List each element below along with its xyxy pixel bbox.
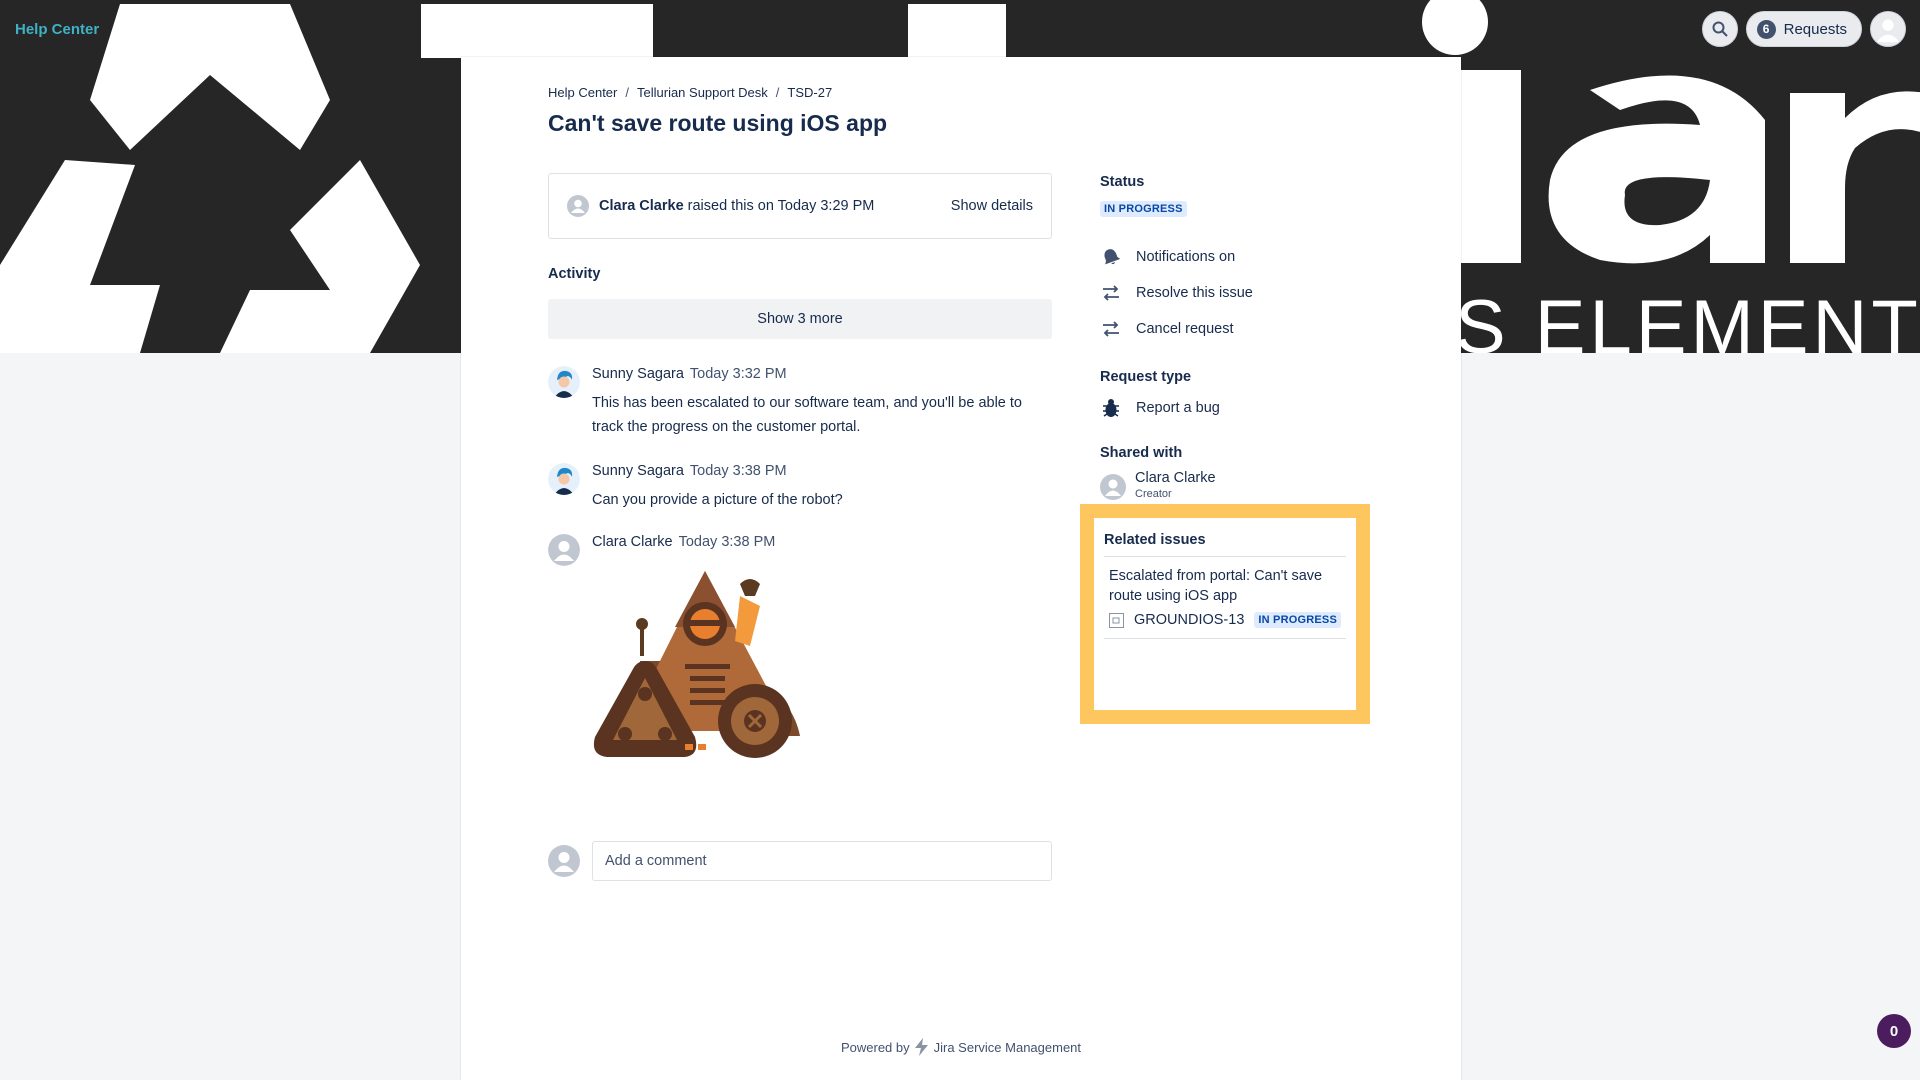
footer: Powered by Jira Service Management	[461, 1038, 1461, 1056]
add-comment-row	[548, 841, 1052, 881]
comment-header: Clara Clarke Today 3:38 PM	[592, 534, 775, 550]
divider	[1104, 556, 1346, 557]
comment-author: Clara Clarke	[592, 534, 673, 550]
breadcrumb-separator: /	[775, 85, 780, 100]
help-center-link[interactable]: Help Center	[15, 21, 99, 38]
status-lozenge: IN PROGRESS	[1100, 201, 1187, 217]
related-issues-panel: Related issues Escalated from portal: Ca…	[1094, 518, 1356, 710]
related-issues-heading: Related issues	[1104, 532, 1206, 548]
status-heading: Status	[1100, 174, 1145, 190]
profile-avatar-button[interactable]	[1870, 11, 1906, 47]
customer-avatar	[548, 534, 580, 566]
top-actions: 6 Requests	[1701, 11, 1906, 47]
comment-body: Can you provide a picture of the robot?	[592, 492, 843, 508]
notifications-toggle[interactable]: Notifications on	[1100, 246, 1235, 268]
show-details-button[interactable]: Show details	[951, 198, 1033, 214]
comment-item: Sunny Sagara Today 3:38 PM Can you provid…	[548, 463, 1052, 513]
notifications-label: Notifications on	[1136, 249, 1236, 265]
agent-avatar	[548, 366, 580, 398]
raised-summary: Clara Clarke raised this on Today 3:29 P…	[548, 173, 1052, 239]
related-issue-key: GROUNDIOS-13	[1134, 612, 1245, 628]
user-avatar-icon	[1876, 19, 1900, 43]
notification-badge[interactable]: 0	[1877, 1014, 1911, 1048]
comment-author: Sunny Sagara	[592, 463, 684, 479]
shared-user: Clara Clarke Creator	[1100, 470, 1216, 500]
status-lozenge-wrap: IN PROGRESS	[1100, 199, 1187, 217]
breadcrumb-help-center[interactable]: Help Center	[548, 85, 617, 100]
comment-time: Today 3:38 PM	[678, 534, 776, 550]
comment-time: Today 3:32 PM	[689, 366, 787, 382]
svg-text:S ELEMENTS: S ELEMENTS	[1455, 285, 1920, 353]
comment-item: Sunny Sagara Today 3:32 PM This has been …	[548, 366, 1052, 435]
requests-button[interactable]: 6 Requests	[1745, 11, 1862, 47]
page-title: Can't save route using iOS app	[548, 110, 888, 136]
divider	[1104, 638, 1346, 639]
breadcrumb-issue-key[interactable]: TSD-27	[787, 85, 832, 100]
requests-label: Requests	[1783, 20, 1847, 38]
current-user-avatar	[548, 845, 580, 877]
requests-count-badge: 6	[1756, 19, 1776, 39]
shared-user-name: Clara Clarke	[1135, 470, 1216, 486]
breadcrumb-separator: /	[625, 85, 629, 100]
agent-avatar	[548, 463, 580, 495]
robot-attachment-image[interactable]	[590, 566, 816, 766]
user-avatar-icon	[567, 195, 589, 217]
request-type-heading: Request type	[1100, 369, 1192, 385]
cancel-request-label: Cancel request	[1136, 321, 1234, 337]
user-avatar-icon	[1100, 474, 1126, 500]
shared-user-role: Creator	[1135, 488, 1172, 500]
powered-by-label: Powered by	[840, 1039, 910, 1055]
comment-author: Sunny Sagara	[592, 366, 684, 382]
add-comment-input[interactable]	[592, 841, 1052, 881]
transition-icon	[1100, 282, 1122, 304]
related-issue-title[interactable]: Escalated from portal: Can't save route …	[1104, 566, 1346, 606]
request-type-value: Report a bug	[1100, 397, 1220, 419]
breadcrumb: Help Center / Tellurian Support Desk / T…	[548, 85, 832, 100]
search-button[interactable]	[1701, 11, 1738, 47]
resolve-issue-action[interactable]: Resolve this issue	[1100, 282, 1253, 304]
raised-text: raised this on Today 3:29 PM	[687, 198, 875, 214]
bug-icon	[1100, 397, 1122, 419]
issue-type-icon	[1109, 612, 1124, 628]
resolve-issue-label: Resolve this issue	[1136, 285, 1253, 301]
show-more-button[interactable]: Show 3 more	[548, 299, 1052, 339]
product-link[interactable]: Jira Service Management	[934, 1040, 1081, 1055]
activity-heading: Activity	[548, 266, 601, 282]
reporter-name: Clara Clarke	[599, 198, 684, 214]
related-issues-highlight: Related issues Escalated from portal: Ca…	[1080, 504, 1370, 724]
bell-icon	[1100, 246, 1122, 268]
request-type-label: Report a bug	[1136, 400, 1220, 416]
cancel-request-action[interactable]: Cancel request	[1100, 318, 1234, 340]
search-icon	[1712, 21, 1728, 37]
related-issue-row[interactable]: GROUNDIOS-13 IN PROGRESS	[1104, 612, 1346, 628]
comment-header: Sunny Sagara Today 3:38 PM	[592, 463, 787, 479]
comment-item: Clara Clarke Today 3:38 PM	[548, 534, 1052, 774]
comment-time: Today 3:38 PM	[689, 463, 787, 479]
breadcrumb-service-desk[interactable]: Tellurian Support Desk	[637, 85, 768, 100]
shared-with-heading: Shared with	[1100, 445, 1183, 461]
comment-header: Sunny Sagara Today 3:32 PM	[592, 366, 787, 382]
related-issue-status: IN PROGRESS	[1254, 612, 1341, 628]
request-card: Help Center / Tellurian Support Desk / T…	[461, 57, 1461, 1080]
jira-lightning-icon	[914, 1038, 928, 1056]
comment-body: This has been escalated to our software …	[592, 395, 1022, 435]
transition-icon	[1100, 318, 1122, 340]
